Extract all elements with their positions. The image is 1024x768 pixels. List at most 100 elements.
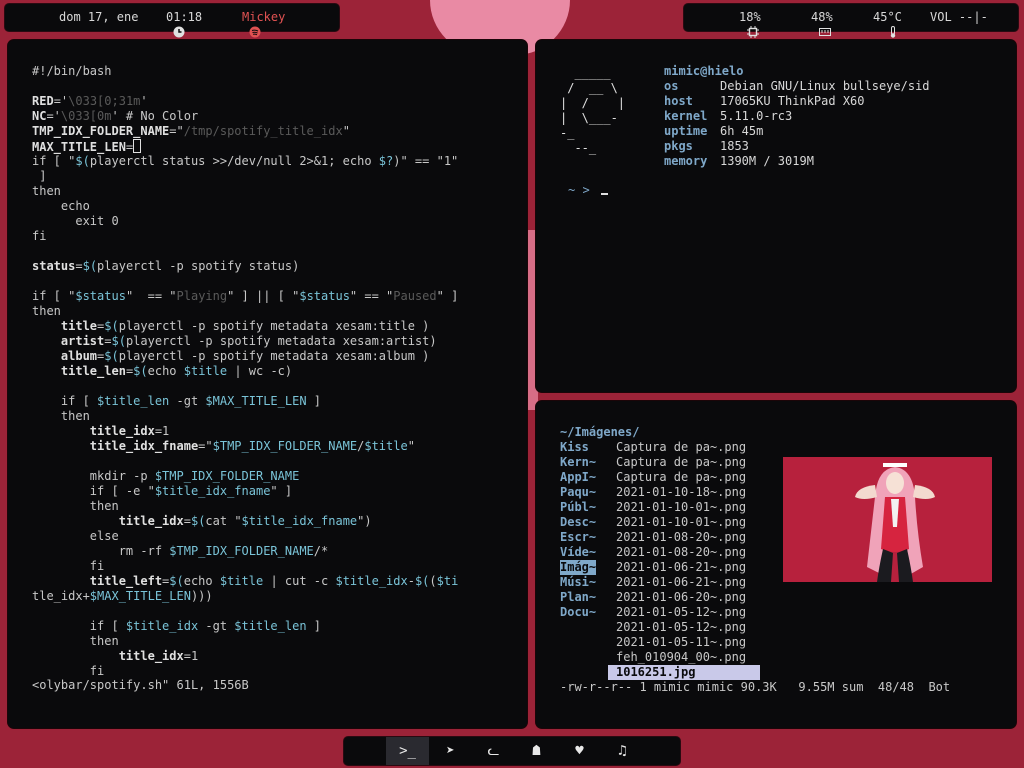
time-label: 01:18 — [166, 10, 203, 24]
directory-item[interactable]: Plan~ — [560, 590, 596, 605]
file-item[interactable]: 2021-01-06-21~.png — [616, 575, 746, 590]
terminal-icon[interactable]: >_ — [386, 737, 429, 765]
fetch-key-os: os — [664, 79, 679, 93]
memory-value: 48% — [811, 10, 833, 24]
file-item[interactable]: Captura de pa~.png — [616, 455, 746, 470]
file-item[interactable]: 2021-01-05-12~.png — [616, 620, 746, 635]
shell-prompt[interactable]: ~ > — [568, 183, 590, 197]
file-item[interactable]: 2021-01-10-01~.png — [616, 515, 746, 530]
code-line[interactable]: fi — [32, 559, 104, 574]
code-line[interactable]: fi — [32, 229, 46, 244]
code-line[interactable]: TMP_IDX_FOLDER_NAME="/tmp/spotify_title_… — [32, 124, 350, 139]
code-line[interactable]: then — [32, 634, 119, 649]
temperature-value: 45°C — [873, 10, 902, 24]
volume-indicator[interactable]: VOL --|- — [930, 10, 988, 24]
telegram-icon[interactable]: ➤ — [429, 737, 472, 765]
fetch-key-pkgs: pkgs — [664, 139, 693, 153]
top-bar-left: dom 17, ene 01:18 Mickey — [5, 4, 339, 37]
directory-item[interactable]: Escr~ — [560, 530, 596, 545]
code-line[interactable]: else — [32, 529, 119, 544]
code-line[interactable]: rm -rf $TMP_IDX_FOLDER_NAME/* — [32, 544, 329, 559]
cat-icon[interactable]: ᓚ — [472, 737, 515, 765]
terminal-fetch-window[interactable]: _____ / __ \ | / | | \___- -_ --_ mimic@… — [536, 40, 1016, 392]
code-line[interactable]: NC='\033[0m' # No Color — [32, 109, 198, 124]
vim-status-line: <olybar/spotify.sh" 61L, 1556B — [32, 678, 249, 692]
directory-item[interactable]: Paqu~ — [560, 485, 596, 500]
directory-item[interactable]: Víde~ — [560, 545, 596, 560]
directory-item[interactable]: Imág~ — [560, 560, 597, 575]
code-line[interactable]: RED='\033[0;31m' — [32, 94, 148, 109]
file-item[interactable]: Captura de pa~.png — [616, 440, 746, 455]
code-line[interactable]: then — [32, 409, 90, 424]
bottom-dock: >_ ➤ ᓚ ☗ ♥ ♫ — [344, 737, 680, 765]
current-path: ~/Imágenes/ — [560, 425, 640, 439]
fetch-value-pkgs: 1853 — [720, 139, 749, 153]
file-item[interactable]: 2021-01-05-12~.png — [616, 605, 746, 620]
file-item[interactable]: 2021-01-08-20~.png — [616, 530, 746, 545]
file-status-line: -rw-r--r-- 1 mimic mimic 90.3K 9.55M sum… — [560, 680, 951, 694]
file-item[interactable]: 2021-01-06-20~.png — [616, 590, 746, 605]
code-line[interactable]: title_idx=1 — [32, 649, 198, 664]
code-line[interactable]: title=$(playerctl -p spotify metadata xe… — [32, 319, 429, 334]
directory-item[interactable]: Públ~ — [560, 500, 596, 515]
code-line[interactable]: title_idx_fname="$TMP_IDX_FOLDER_NAME/$t… — [32, 439, 415, 454]
fetch-value-kernel: 5.11.0-rc3 — [720, 109, 793, 123]
selected-file-name[interactable]: 1016251.jpg — [616, 665, 695, 680]
fetch-value-memory: 1390M / 3019M — [720, 154, 814, 168]
fetch-user: mimic@hielo — [664, 64, 744, 78]
code-line[interactable]: if [ $title_len -gt $MAX_TITLE_LEN ] — [32, 394, 321, 409]
directory-item[interactable]: Docu~ — [560, 605, 596, 620]
code-line[interactable]: exit 0 — [32, 214, 118, 229]
file-item[interactable]: Captura de pa~.png — [616, 470, 746, 485]
code-line[interactable]: #!/bin/bash — [32, 64, 111, 79]
fetch-key-kernel: kernel — [664, 109, 708, 123]
fetch-key-memory: memory — [664, 154, 708, 168]
code-line[interactable]: if [ $title_idx -gt $title_len ] — [32, 619, 321, 634]
code-line[interactable]: artist=$(playerctl -p spotify metadata x… — [32, 334, 437, 349]
directory-item[interactable]: Kiss — [560, 440, 589, 455]
top-bar-right: 18% 48% 45°C VOL --|- — [684, 4, 1018, 38]
fetch-value-os: Debian GNU/Linux bullseye/sid — [720, 79, 930, 93]
code-line[interactable]: album=$(playerctl -p spotify metadata xe… — [32, 349, 429, 364]
file-manager-window[interactable]: ~/Imágenes/ Kiss Kern~ AppI~ Paqu~ Públ~ Desc… — [536, 401, 1016, 728]
file-item[interactable]: 2021-01-10-01~.png — [616, 500, 746, 515]
file-item[interactable]: 2021-01-06-21~.png — [616, 560, 746, 575]
directory-item[interactable]: Músi~ — [560, 575, 596, 590]
code-line[interactable]: status=$(playerctl -p spotify status) — [32, 259, 299, 274]
music-icon[interactable]: ♫ — [601, 737, 644, 765]
code-line[interactable]: title_idx=1 — [32, 424, 169, 439]
code-line[interactable]: then — [32, 304, 61, 319]
code-line[interactable]: title_idx=$(cat "$title_idx_fname") — [32, 514, 372, 529]
code-line[interactable]: if [ "$status" == "Playing" ] || [ "$sta… — [32, 289, 458, 304]
fetch-value-host: 17065KU ThinkPad X60 — [720, 94, 865, 108]
file-item[interactable]: 2021-01-10-18~.png — [616, 485, 746, 500]
file-item[interactable]: feh_010904_00~.png — [616, 650, 746, 665]
code-line[interactable]: MAX_TITLE_LEN= — [32, 139, 142, 155]
fetch-key-uptime: uptime — [664, 124, 708, 138]
directory-item[interactable]: Kern~ — [560, 455, 596, 470]
now-playing-label[interactable]: Mickey — [242, 10, 285, 24]
editor-window[interactable]: #!/bin/bash RED='\033[0;31m' NC='\033[0m' … — [8, 40, 527, 728]
code-line[interactable]: echo — [32, 199, 90, 214]
debian-ascii-logo: _____ / __ \ | / | | \___- -_ --_ — [560, 66, 626, 155]
date-label: dom 17, ene — [59, 10, 139, 24]
code-line[interactable]: title_left=$(echo $title | cut -c $title… — [32, 574, 459, 589]
code-line[interactable]: then — [32, 499, 119, 514]
code-line[interactable]: if [ "$(playerctl status >>/dev/null 2>&… — [32, 154, 458, 169]
directory-item[interactable]: Desc~ — [560, 515, 596, 530]
code-line[interactable]: if [ -e "$title_idx_fname" ] — [32, 484, 292, 499]
ghost-icon[interactable]: ☗ — [515, 737, 558, 765]
file-item[interactable]: 2021-01-05-11~.png — [616, 635, 746, 650]
code-line[interactable]: mkdir -p $TMP_IDX_FOLDER_NAME — [32, 469, 300, 484]
code-line[interactable]: then — [32, 184, 61, 199]
shell-cursor — [601, 193, 608, 195]
code-line[interactable]: tle_idx+$MAX_TITLE_LEN))) — [32, 589, 213, 604]
text-cursor — [133, 139, 142, 153]
code-line[interactable]: fi — [32, 664, 104, 679]
heart-icon[interactable]: ♥ — [558, 737, 601, 765]
file-item[interactable]: 2021-01-08-20~.png — [616, 545, 746, 560]
directory-item[interactable]: AppI~ — [560, 470, 596, 485]
fetch-key-host: host — [664, 94, 693, 108]
code-line[interactable]: title_len=$(echo $title | wc -c) — [32, 364, 292, 379]
code-line[interactable]: ] — [32, 169, 46, 184]
